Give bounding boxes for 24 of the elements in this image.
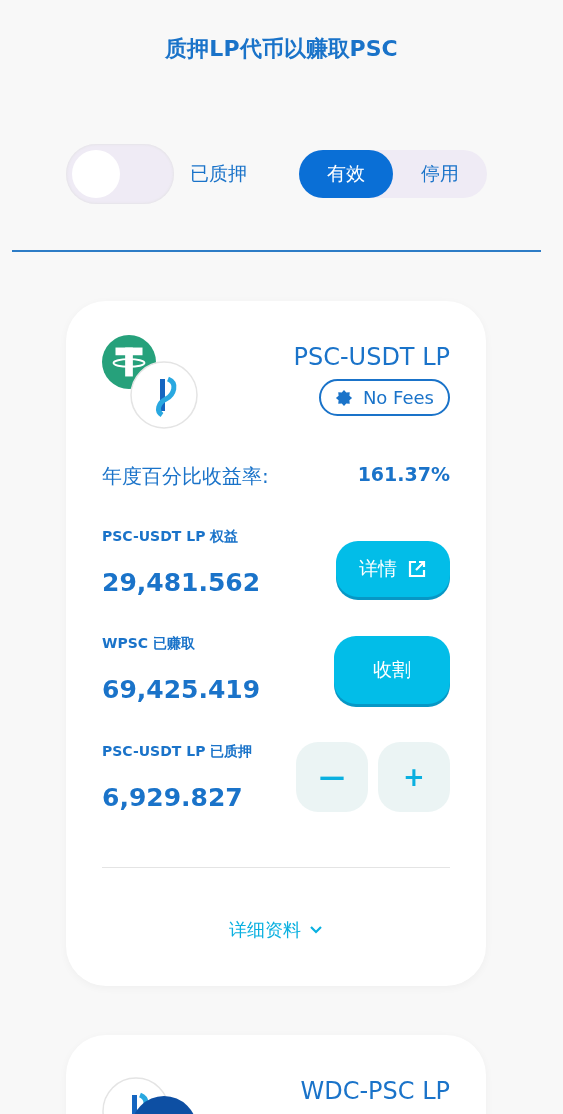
unstake-button[interactable]: — [296,742,368,812]
details-button[interactable]: 详情 [336,541,450,597]
stat-value: 69,425.419 [102,675,261,704]
stat-value: 29,481.562 [102,568,261,597]
chevron-down-icon [309,925,323,935]
stat-label: PSC-USDT LP 权益 [102,528,240,546]
stat-value: 6,929.827 [102,783,244,812]
badge-label: No Fees [362,387,434,408]
external-link-icon [407,559,427,579]
apr-value: 161.37% [357,463,450,487]
harvest-button[interactable]: 收割 [334,636,450,704]
stat-label: WPSC 已赚取 [102,635,196,653]
seal-icon [334,388,353,407]
page-title: 质押LP代币以赚取PSC [164,35,399,63]
details-toggle[interactable]: 详细资料 [229,918,323,942]
staked-only-toggle[interactable] [66,144,174,204]
stake-button[interactable]: + [378,742,450,812]
stat-label: PSC-USDT LP 已质押 [102,743,253,761]
apr-label: 年度百分比收益率: [102,463,269,490]
status-tab[interactable]: 停用 [393,150,487,198]
status-tab[interactable]: 有效 [299,150,393,198]
farm-name: PSC-USDT LP [293,343,450,371]
farm-name: WDC-PSC LP [300,1077,450,1105]
toggle-label: 已质押 [190,161,247,186]
